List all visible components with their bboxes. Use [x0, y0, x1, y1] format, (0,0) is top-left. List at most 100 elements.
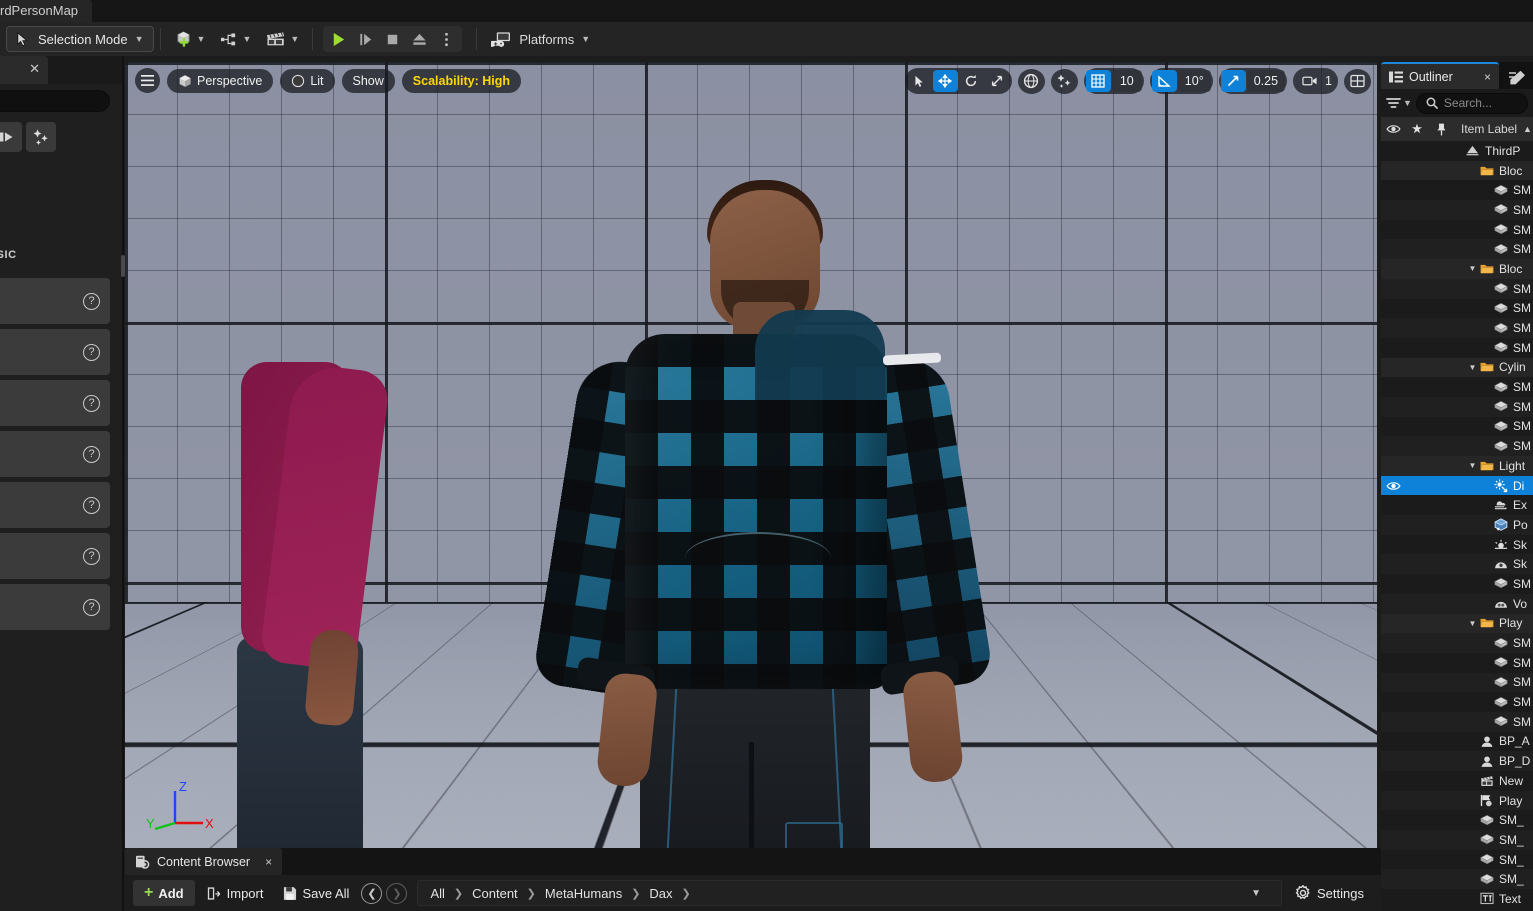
angle-snap-value[interactable]: 10° [1177, 70, 1211, 92]
expand-triangle-icon[interactable]: ▼ [1467, 461, 1478, 470]
level-tab-thirdpersonmap[interactable]: rdPersonMap [0, 0, 93, 22]
camera-speed-value[interactable]: 1 [1323, 74, 1332, 88]
tab-content-browser[interactable]: Content Browser × [125, 848, 283, 875]
viewport-show-menu-button[interactable]: Show [341, 68, 395, 93]
cinematics-button[interactable]: ▼ [258, 25, 306, 53]
expand-triangle-icon[interactable]: ▼ [1467, 264, 1478, 273]
outliner-row[interactable]: SM_ [1381, 830, 1533, 850]
outliner-filter-button[interactable]: ▼ [1386, 97, 1412, 110]
help-icon[interactable]: ? [83, 496, 100, 514]
place-actor-item[interactable]: er Sphere ? [0, 584, 110, 630]
visual-effects-icon[interactable] [26, 122, 56, 152]
outliner-row[interactable]: ▼ Bloc [1381, 259, 1533, 279]
close-icon[interactable]: ✕ [29, 61, 40, 77]
outliner-row[interactable]: SM [1381, 692, 1533, 712]
viewport-scalability-button[interactable]: Scalability: High [401, 68, 522, 93]
camera-speed-icon[interactable] [1297, 70, 1322, 92]
outliner-row[interactable]: SM [1381, 299, 1533, 319]
stop-button[interactable] [379, 26, 406, 52]
translate-tool-button[interactable] [932, 70, 958, 92]
outliner-row[interactable]: SM_ [1381, 869, 1533, 890]
play-button[interactable] [325, 26, 352, 52]
outliner-row[interactable]: SM [1381, 239, 1533, 260]
outliner-row[interactable]: SM [1381, 711, 1533, 732]
outliner-row[interactable]: BP_A [1381, 732, 1533, 752]
sort-ascending-icon[interactable]: ▲ [1523, 124, 1532, 134]
viewport-view-mode-button[interactable]: Lit [280, 68, 335, 93]
outliner-row[interactable]: SM [1381, 377, 1533, 397]
scale-tool-button[interactable] [985, 70, 1010, 92]
breadcrumb-item-metahumans[interactable]: MetaHumans [545, 886, 622, 901]
import-button[interactable]: Import [199, 880, 272, 906]
visibility-eye-icon[interactable] [1381, 481, 1405, 491]
breadcrumb-item-all[interactable]: All [430, 886, 444, 901]
outliner-row[interactable]: SM [1381, 200, 1533, 220]
surface-snapping-button[interactable] [1050, 68, 1078, 94]
help-icon[interactable]: ? [83, 445, 100, 463]
platforms-button[interactable]: Platforms ▼ [483, 25, 598, 53]
scale-snap-value[interactable]: 0.25 [1246, 70, 1286, 92]
lights-icon[interactable] [0, 122, 22, 152]
outliner-row[interactable]: Text [1381, 889, 1533, 909]
select-tool-button[interactable] [907, 70, 932, 92]
outliner-row[interactable]: SM [1381, 436, 1533, 456]
outliner-row[interactable]: ▼ Play [1381, 613, 1533, 634]
outliner-row[interactable]: Di [1381, 475, 1533, 496]
help-icon[interactable]: ? [83, 343, 100, 361]
back-arrow-icon[interactable]: ❮ [361, 882, 383, 904]
create-actor-button[interactable]: ▼ [167, 25, 213, 53]
pin-icon[interactable] [1429, 123, 1453, 136]
eye-icon[interactable] [1381, 124, 1405, 134]
place-actor-item[interactable]: Start ? [0, 482, 110, 528]
outliner-row[interactable]: ThirdP [1381, 141, 1533, 161]
viewport-layout-button[interactable] [1344, 68, 1371, 94]
outliner-row[interactable]: Sk [1381, 554, 1533, 575]
help-icon[interactable]: ? [83, 292, 100, 310]
place-actor-item[interactable]: ? [0, 380, 110, 426]
tab-outliner[interactable]: Outliner × [1381, 62, 1499, 89]
close-icon[interactable]: × [1484, 70, 1491, 84]
help-icon[interactable]: ? [83, 547, 100, 565]
close-icon[interactable]: × [265, 855, 272, 869]
help-icon[interactable]: ? [83, 598, 100, 616]
outliner-row[interactable]: Play [1381, 790, 1533, 811]
settings-button[interactable]: Settings [1286, 880, 1373, 906]
play-more-options-button[interactable] [433, 26, 460, 52]
level-viewport[interactable]: Z X Y Perspective Lit Show Scalability: … [125, 62, 1377, 848]
details-tab-icon[interactable] [1505, 66, 1529, 88]
outliner-row[interactable]: SM [1381, 633, 1533, 653]
place-actors-tab[interactable]: ✕ [0, 56, 48, 84]
outliner-row[interactable]: BP_D [1381, 751, 1533, 771]
outliner-row[interactable]: SM [1381, 278, 1533, 299]
outliner-row[interactable]: SM [1381, 220, 1533, 240]
grid-snap-value[interactable]: 10 [1111, 70, 1142, 92]
outliner-search-input[interactable]: Search... [1415, 92, 1528, 114]
grid-snap-toggle[interactable] [1085, 70, 1111, 92]
scale-snap-toggle[interactable] [1220, 70, 1246, 92]
outliner-row[interactable]: SM [1381, 672, 1533, 693]
selection-mode-button[interactable]: Selection Mode ▼ [6, 26, 154, 52]
outliner-column-item-label[interactable]: Item Label [1461, 122, 1517, 136]
outliner-row[interactable]: SM [1381, 574, 1533, 594]
place-actor-item[interactable]: Light ? [0, 431, 110, 477]
place-actor-item[interactable]: cter ? [0, 329, 110, 375]
viewport-camera-mode-button[interactable]: Perspective [167, 68, 274, 93]
outliner-row[interactable]: Ex [1381, 495, 1533, 515]
place-actors-search-input[interactable]: ses [0, 90, 110, 112]
outliner-row[interactable]: SM [1381, 417, 1533, 437]
outliner-row[interactable]: SM [1381, 180, 1533, 200]
viewport-options-button[interactable] [135, 68, 160, 93]
outliner-row[interactable]: Sk [1381, 535, 1533, 555]
outliner-row[interactable]: Po [1381, 515, 1533, 535]
outliner-row[interactable]: ▼ Light [1381, 456, 1533, 476]
save-all-button[interactable]: Save All [275, 880, 357, 906]
outliner-row[interactable]: Bloc [1381, 160, 1533, 181]
angle-snap-toggle[interactable] [1151, 70, 1177, 92]
outliner-row[interactable]: Vo [1381, 593, 1533, 614]
outliner-row[interactable]: SM [1381, 653, 1533, 673]
place-actor-item[interactable]: ? [0, 278, 110, 324]
outliner-row[interactable]: New [1381, 771, 1533, 791]
eject-button[interactable] [406, 26, 433, 52]
breadcrumb-item-content[interactable]: Content [472, 886, 518, 901]
expand-triangle-icon[interactable]: ▼ [1467, 363, 1478, 372]
